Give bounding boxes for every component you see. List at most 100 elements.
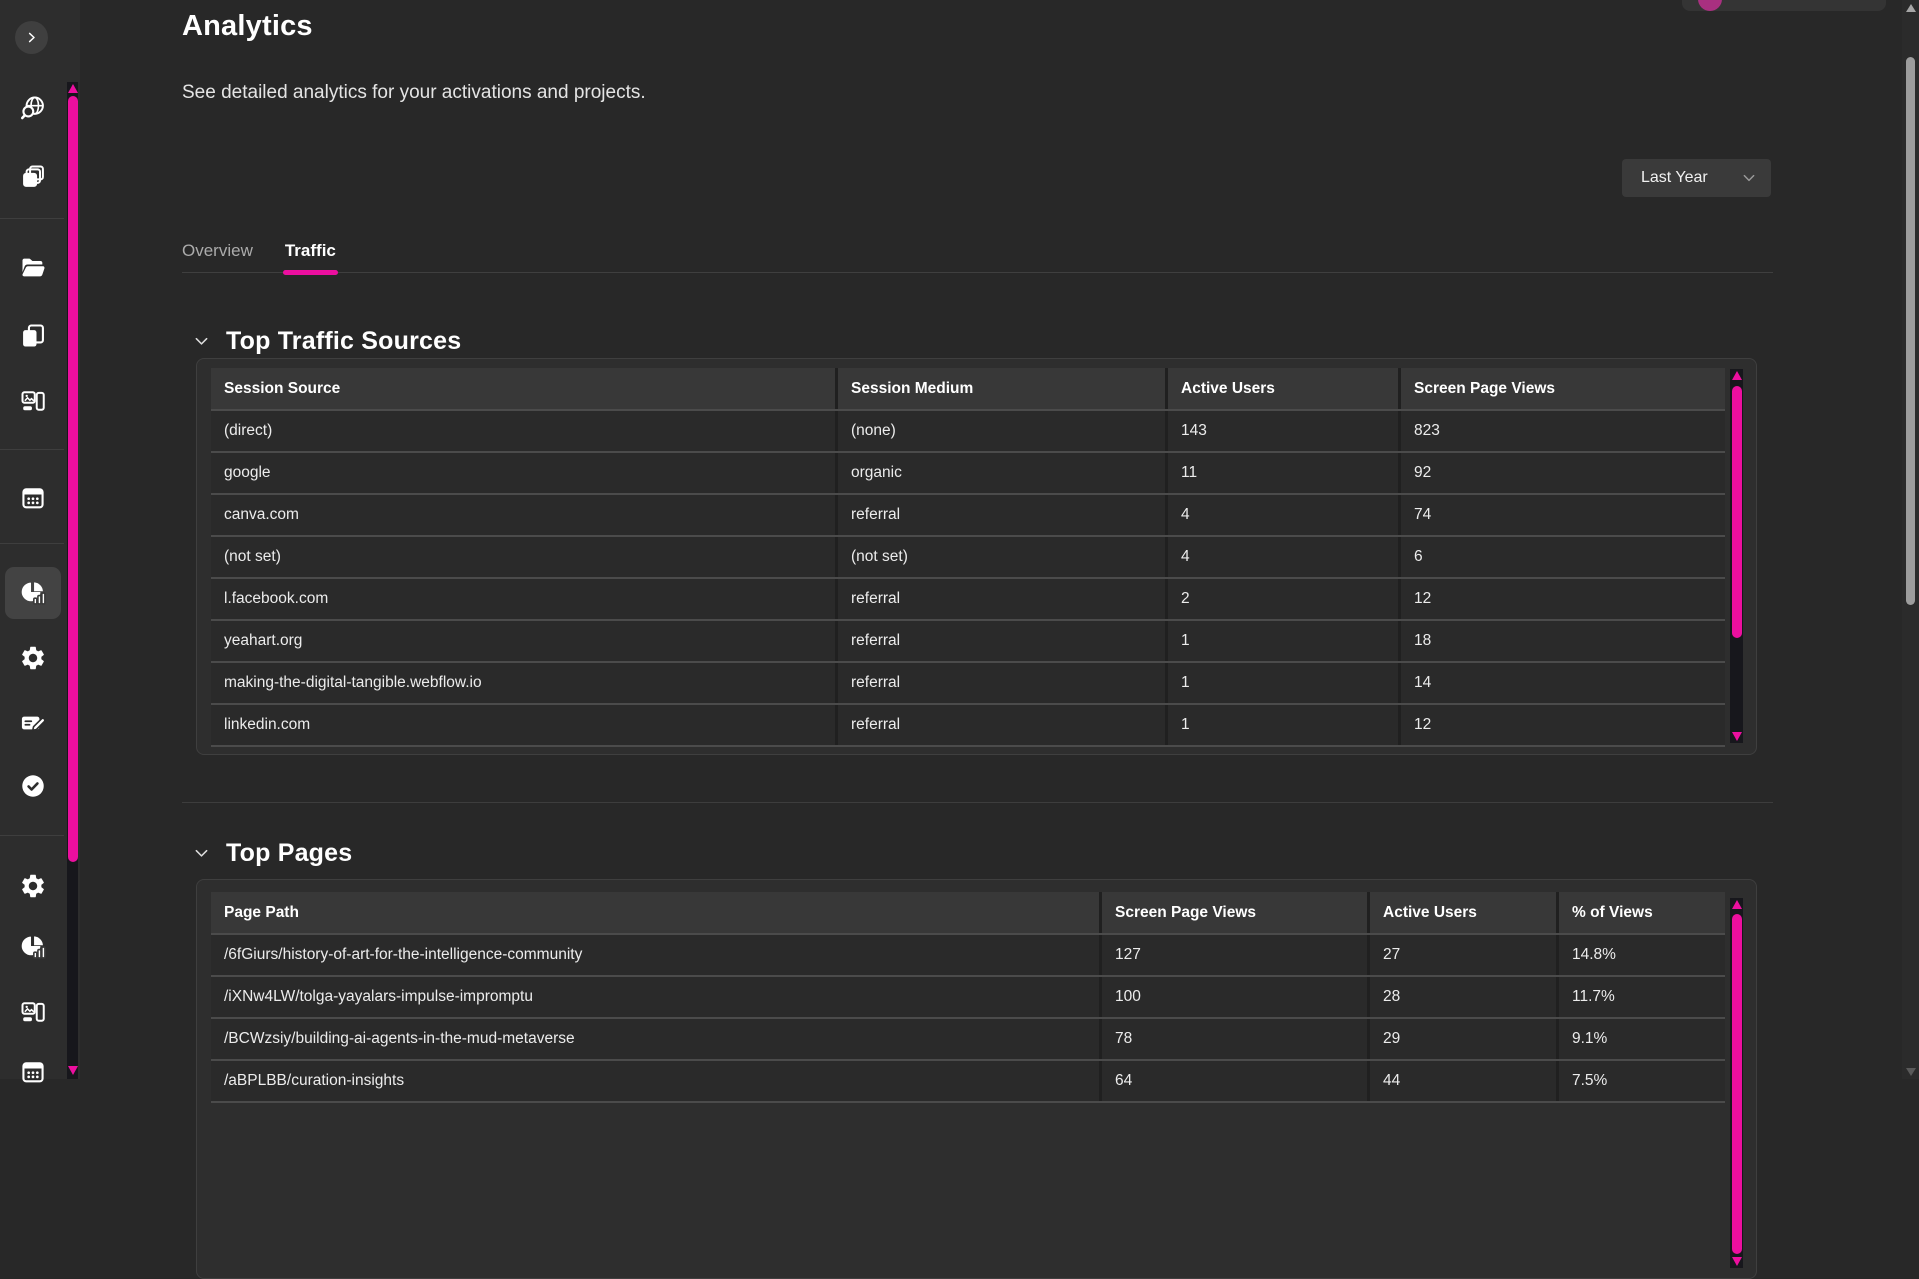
section-header-top-pages: Top Pages — [192, 838, 352, 868]
calendar-icon — [19, 484, 47, 512]
sidebar-expand-button[interactable] — [15, 21, 48, 54]
table-scrollbar[interactable] — [1730, 369, 1743, 743]
table-row: googleorganic1192 — [211, 453, 1725, 495]
tab-bar: Overview Traffic — [182, 230, 1773, 273]
tab-overview[interactable]: Overview — [182, 230, 253, 272]
sidebar-item-stack[interactable] — [5, 151, 61, 203]
sidebar-item-check-circle[interactable] — [5, 760, 61, 812]
table-cell: referral — [835, 705, 1165, 745]
sidebar — [0, 0, 80, 1079]
column-header: Active Users — [1367, 892, 1556, 933]
table-cell: 2 — [1165, 579, 1398, 619]
page-scrollbar-down-arrow-icon[interactable] — [1906, 1068, 1916, 1076]
table-cell: 7.5% — [1556, 1061, 1725, 1101]
table-cell: linkedin.com — [211, 705, 835, 745]
table-row: (direct)(none)143823 — [211, 411, 1725, 453]
date-range-dropdown[interactable]: Last Year — [1622, 159, 1771, 197]
sidebar-scrollbar-thumb[interactable] — [68, 96, 78, 862]
chevron-right-icon — [24, 30, 39, 45]
table-cell: canva.com — [211, 495, 835, 535]
sidebar-item-globe-search[interactable] — [5, 82, 61, 134]
scrollbar-down-arrow-icon[interactable] — [1732, 732, 1742, 741]
sidebar-item-pie-chart[interactable] — [5, 921, 61, 973]
table-cell: /aBPLBB/curation-insights — [211, 1061, 1099, 1101]
calendar-icon — [19, 1058, 47, 1086]
sidebar-item-gear[interactable] — [5, 632, 61, 684]
table-cell: 11 — [1165, 453, 1398, 493]
main-content: Analytics See detailed analytics for you… — [80, 0, 1919, 1079]
table-cell: (not set) — [211, 537, 835, 577]
page-subtitle: See detailed analytics for your activati… — [182, 82, 646, 104]
table-cell: 92 — [1398, 453, 1725, 493]
page-title: Analytics — [182, 10, 313, 43]
collapse-chevron-icon[interactable] — [192, 844, 211, 863]
avatar — [1698, 0, 1722, 11]
sidebar-divider — [0, 449, 64, 450]
table-cell: /6fGiurs/history-of-art-for-the-intellig… — [211, 935, 1099, 975]
table-cell: 823 — [1398, 411, 1725, 451]
sidebar-item-calendar[interactable] — [5, 472, 61, 524]
page-scrollbar-thumb[interactable] — [1906, 57, 1915, 605]
sidebar-item-copy-pages[interactable] — [5, 310, 61, 362]
tab-traffic[interactable]: Traffic — [285, 230, 336, 272]
gear-icon — [19, 644, 47, 672]
table-cell: google — [211, 453, 835, 493]
section-divider — [182, 802, 1773, 803]
sidebar-item-calendar[interactable] — [5, 1046, 61, 1098]
sidebar-item-pie-chart[interactable] — [5, 567, 61, 619]
top-pages-card: Page PathScreen Page ViewsActive Users% … — [196, 879, 1757, 1279]
column-header: Active Users — [1165, 368, 1398, 409]
scrollbar-thumb[interactable] — [1732, 914, 1742, 1254]
section-header-top-traffic-sources: Top Traffic Sources — [192, 326, 461, 356]
table-header-row: Page PathScreen Page ViewsActive Users% … — [211, 892, 1725, 935]
table-cell: 44 — [1367, 1061, 1556, 1101]
table-cell: 14 — [1398, 663, 1725, 703]
table-cell: 29 — [1367, 1019, 1556, 1059]
scrollbar-up-arrow-icon[interactable] — [1732, 371, 1742, 380]
tab-label: Traffic — [285, 241, 336, 261]
table-cell: 64 — [1099, 1061, 1367, 1101]
table-cell: 28 — [1367, 977, 1556, 1017]
sidebar-scrollbar-down-arrow-icon[interactable] — [68, 1066, 78, 1075]
sidebar-item-card-edit[interactable] — [5, 697, 61, 749]
globe-search-icon — [19, 94, 47, 122]
table-cell: yeahart.org — [211, 621, 835, 661]
sidebar-item-folder-open[interactable] — [5, 242, 61, 294]
table-row: (not set)(not set)46 — [211, 537, 1725, 579]
pie-chart-icon — [19, 579, 47, 607]
table-row: /6fGiurs/history-of-art-for-the-intellig… — [211, 935, 1725, 977]
card-edit-icon — [19, 709, 47, 737]
traffic-sources-card: Session SourceSession MediumActive Users… — [196, 358, 1757, 755]
column-header: Session Medium — [835, 368, 1165, 409]
traffic-sources-table: Session SourceSession MediumActive Users… — [211, 368, 1725, 747]
table-cell: referral — [835, 663, 1165, 703]
pie-chart-icon — [19, 933, 47, 961]
table-cell: l.facebook.com — [211, 579, 835, 619]
check-circle-icon — [19, 772, 47, 800]
gear-icon — [19, 872, 47, 900]
table-cell: making-the-digital-tangible.webflow.io — [211, 663, 835, 703]
table-cell: /BCWzsiy/building-ai-agents-in-the-mud-m… — [211, 1019, 1099, 1059]
scrollbar-down-arrow-icon[interactable] — [1732, 1257, 1742, 1266]
sidebar-scrollbar-up-arrow-icon[interactable] — [68, 84, 78, 93]
table-cell: 11.7% — [1556, 977, 1725, 1017]
sidebar-item-device-screens[interactable] — [5, 375, 61, 427]
collapse-chevron-icon[interactable] — [192, 332, 211, 351]
table-cell: referral — [835, 579, 1165, 619]
scrollbar-up-arrow-icon[interactable] — [1732, 900, 1742, 909]
user-pill[interactable] — [1682, 0, 1886, 11]
table-scrollbar[interactable] — [1730, 898, 1743, 1268]
table-cell: 4 — [1165, 537, 1398, 577]
table-row: yeahart.orgreferral118 — [211, 621, 1725, 663]
table-cell: 6 — [1398, 537, 1725, 577]
sidebar-item-gear[interactable] — [5, 860, 61, 912]
sidebar-item-device-screens[interactable] — [5, 986, 61, 1038]
table-cell: 78 — [1099, 1019, 1367, 1059]
table-cell: (none) — [835, 411, 1165, 451]
table-cell: 14.8% — [1556, 935, 1725, 975]
page-scrollbar-up-arrow-icon[interactable] — [1906, 4, 1916, 12]
sidebar-divider — [0, 835, 64, 836]
active-tab-underline — [283, 270, 338, 275]
table-cell: (direct) — [211, 411, 835, 451]
scrollbar-thumb[interactable] — [1732, 386, 1742, 638]
